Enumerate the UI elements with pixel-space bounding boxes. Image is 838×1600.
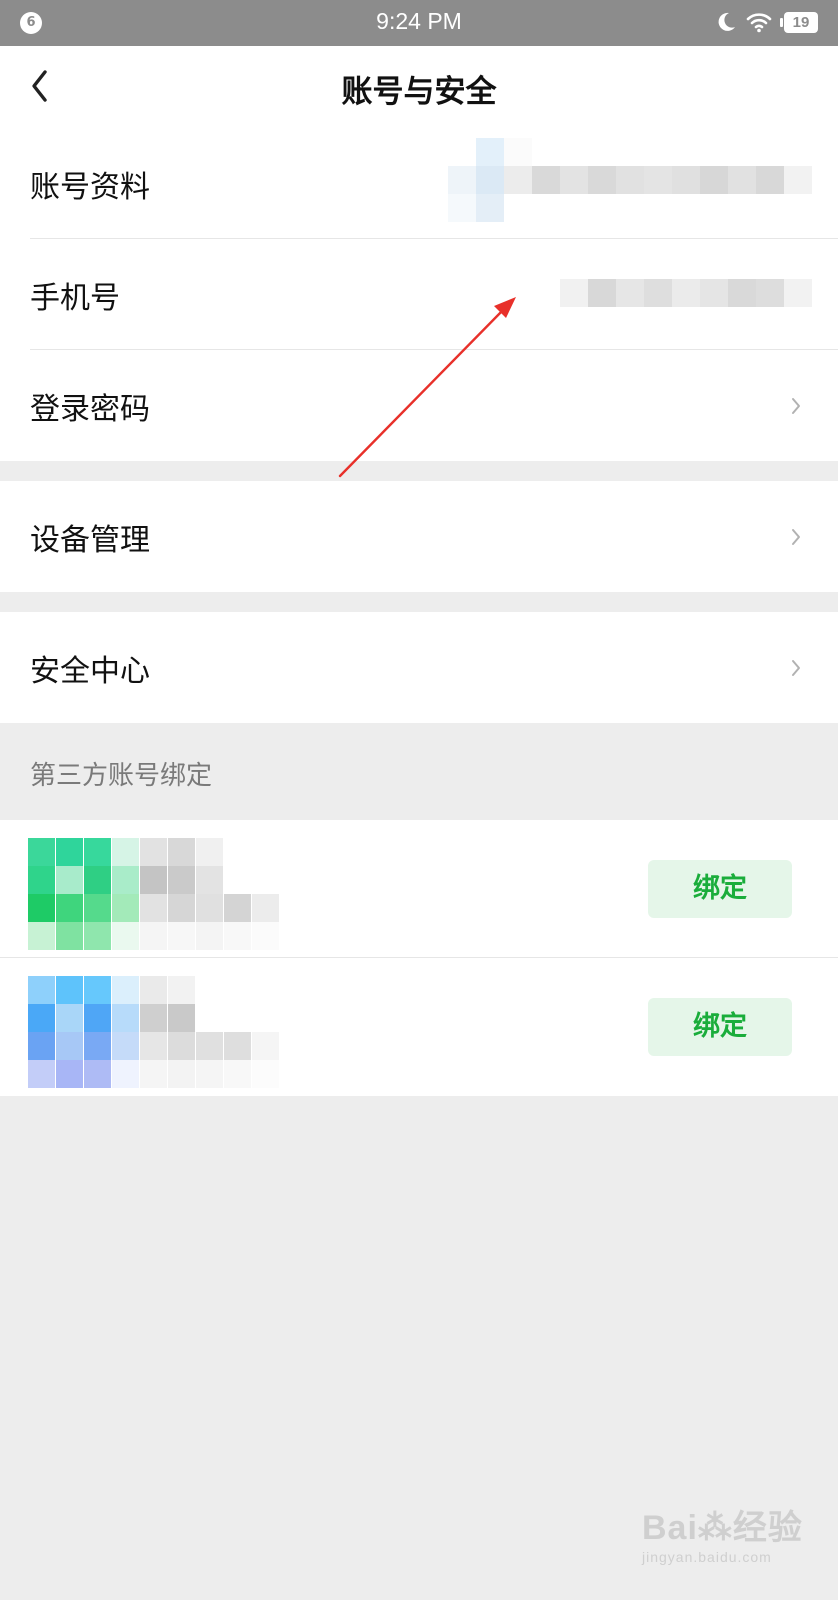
- battery-icon: 19: [780, 12, 818, 33]
- cell-label: 登录密码: [30, 391, 150, 427]
- cell-phone[interactable]: 手机号: [0, 239, 838, 350]
- baidu-watermark: Bai⁂经验 jingyan.baidu.com: [642, 1500, 818, 1570]
- page-title: 账号与安全: [341, 74, 497, 110]
- cell-device-management[interactable]: 设备管理: [0, 481, 838, 592]
- moon-icon: [718, 12, 735, 31]
- blurred-wechat-account: [28, 838, 280, 950]
- wifi-icon: [746, 13, 772, 33]
- third-party-row-wechat: 绑定: [0, 820, 838, 958]
- chevron-right-icon: [792, 528, 800, 545]
- watermark-main: Bai⁂经验: [642, 1509, 803, 1547]
- blurred-account-value: [448, 138, 812, 222]
- status-time: 9:24 PM: [376, 8, 462, 34]
- watermark-sub: jingyan.baidu.com: [642, 1549, 772, 1565]
- cell-label: 设备管理: [30, 522, 150, 558]
- cell-label: 账号资料: [30, 169, 150, 205]
- blurred-second-account: [28, 976, 280, 1088]
- nav-bar: 账号与安全: [0, 46, 838, 128]
- third-party-row-second: 绑定: [0, 958, 838, 1096]
- chevron-right-icon: [792, 659, 800, 676]
- third-party-section-header: 第三方账号绑定: [30, 761, 213, 791]
- cell-security-center[interactable]: 安全中心: [0, 612, 838, 723]
- cell-label: 手机号: [30, 280, 120, 316]
- cell-account-info[interactable]: 账号资料: [0, 128, 838, 239]
- status-bar: 6 9:24 PM 19: [0, 0, 838, 46]
- blurred-phone-value: [560, 279, 812, 307]
- chevron-right-icon: [792, 397, 800, 414]
- cell-login-password[interactable]: 登录密码: [0, 350, 838, 461]
- cell-label: 安全中心: [30, 653, 150, 689]
- bind-button-wechat[interactable]: 绑定: [648, 860, 792, 918]
- bind-button-second[interactable]: 绑定: [648, 998, 792, 1056]
